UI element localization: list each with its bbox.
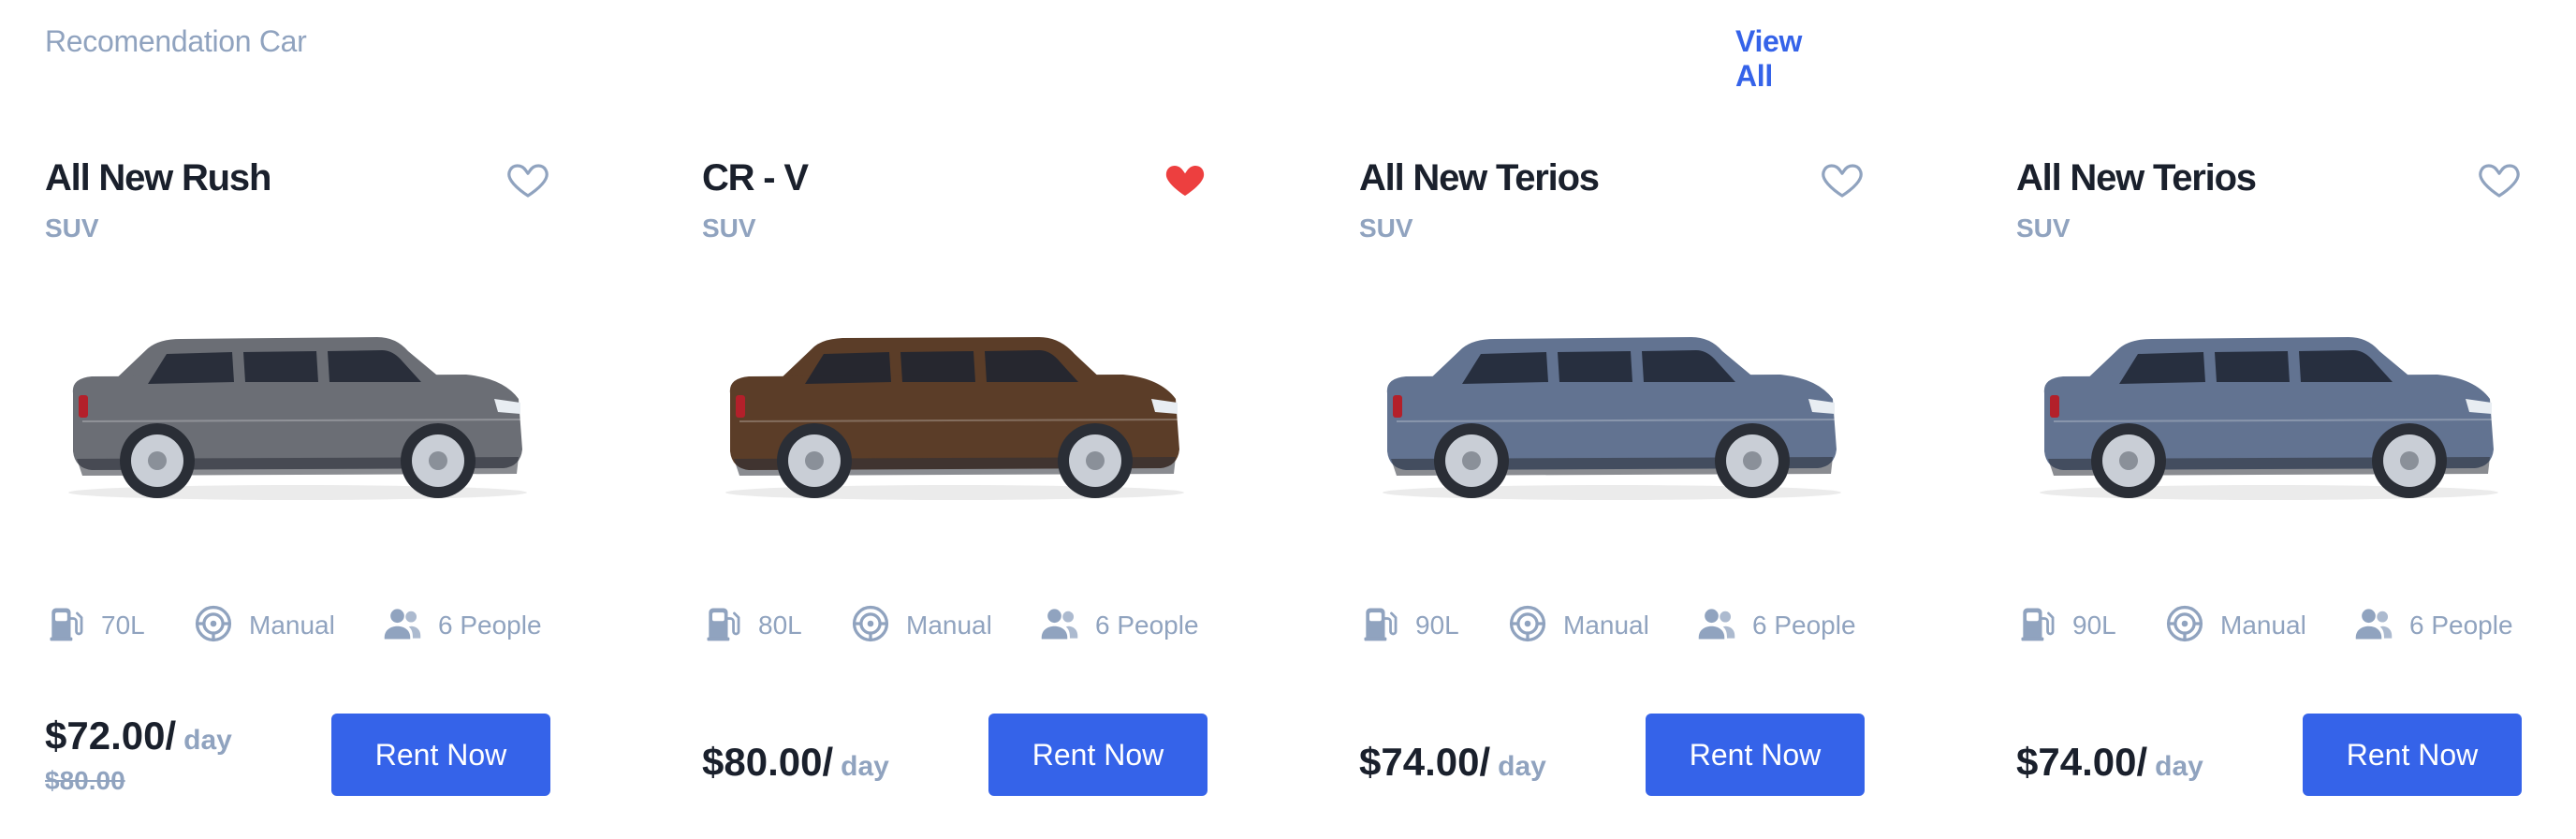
price-unit: day [2155,751,2203,782]
rental-price: $72.00/day [45,714,232,758]
people-icon [2353,603,2409,649]
gas-station-icon [1359,603,1415,649]
seat-capacity: 6 People [1095,611,1199,640]
heart-outline-icon[interactable] [2477,157,2522,202]
price-row: $74.00/day Rent Now [2016,710,2522,803]
heart-outline-icon[interactable] [505,157,550,202]
price-unit: day [183,725,232,756]
rent-now-button[interactable]: Rent Now [1646,714,1865,796]
capacity-spec: 6 People [382,599,542,652]
seat-capacity: 6 People [2409,611,2513,640]
steering-wheel-icon [850,603,906,649]
car-image [2026,309,2512,506]
gas-station-icon [702,603,758,649]
car-card[interactable]: All New Rush SUV 70L Manual 6 People $72… [45,140,550,815]
price-unit: day [841,751,889,782]
fuel-capacity: 90L [1415,611,1459,640]
gas-station-icon [45,603,101,649]
capacity-spec: 6 People [1696,599,1856,652]
car-image [1368,309,1855,506]
heart-filled-icon[interactable] [1163,157,1208,202]
steering-wheel-icon [193,603,249,649]
transmission-type: Manual [906,611,992,640]
price-amount: $80.00/ [702,740,834,784]
recommendation-section: Recomendation Car View All All New Rush … [0,0,2576,839]
car-type: SUV [702,213,756,243]
transmission-spec: Manual [193,599,335,652]
seat-capacity: 6 People [1752,611,1856,640]
fuel-capacity: 70L [101,611,145,640]
transmission-type: Manual [2220,611,2306,640]
people-icon [1039,603,1095,649]
car-type: SUV [45,213,99,243]
people-icon [382,603,438,649]
people-icon [1696,603,1752,649]
car-type: SUV [1359,213,1413,243]
transmission-spec: Manual [2164,599,2306,652]
section-title: Recomendation Car [45,24,307,58]
price-row: $80.00/day Rent Now [702,710,1208,803]
car-name: All New Terios [2016,157,2257,199]
fuel-spec: 90L [1359,599,1459,652]
fuel-capacity: 80L [758,611,802,640]
capacity-spec: 6 People [2353,599,2513,652]
steering-wheel-icon [1507,603,1563,649]
transmission-type: Manual [1563,611,1649,640]
view-all-link[interactable]: View All [1735,24,1842,94]
price-amount: $72.00/ [45,714,177,758]
rent-now-button[interactable]: Rent Now [988,714,1208,796]
rent-now-button[interactable]: Rent Now [2303,714,2522,796]
seat-capacity: 6 People [438,611,542,640]
rental-price: $74.00/day [1359,740,1546,785]
original-price: $80.00 [45,766,125,795]
car-name: All New Rush [45,157,271,199]
fuel-spec: 90L [2016,599,2116,652]
price-row: $74.00/day Rent Now [1359,710,1865,803]
heart-outline-icon[interactable] [1820,157,1865,202]
car-card[interactable]: CR - V SUV 80L Manual 6 People $80.00/ d… [702,140,1208,815]
car-type: SUV [2016,213,2071,243]
fuel-capacity: 90L [2072,611,2116,640]
car-specs: 70L Manual 6 People [45,599,550,652]
rent-now-button[interactable]: Rent Now [331,714,550,796]
price-unit: day [1498,751,1546,782]
transmission-spec: Manual [850,599,992,652]
car-card[interactable]: All New Terios SUV 90L Manual 6 People $… [2016,140,2522,815]
car-specs: 90L Manual 6 People [2016,599,2522,652]
capacity-spec: 6 People [1039,599,1199,652]
car-name: CR - V [702,157,809,199]
steering-wheel-icon [2164,603,2220,649]
fuel-spec: 80L [702,599,802,652]
fuel-spec: 70L [45,599,145,652]
gas-station-icon [2016,603,2072,649]
transmission-spec: Manual [1507,599,1649,652]
price-amount: $74.00/ [2016,740,2148,784]
transmission-type: Manual [249,611,335,640]
car-specs: 80L Manual 6 People [702,599,1208,652]
section-header: Recomendation Car View All [45,21,1842,93]
rental-price: $74.00/day [2016,740,2203,785]
rental-price: $80.00/day [702,740,889,785]
car-name: All New Terios [1359,157,1600,199]
price-row: $72.00/day $80.00 Rent Now [45,710,550,803]
car-card[interactable]: All New Terios SUV 90L Manual 6 People $… [1359,140,1865,815]
car-specs: 90L Manual 6 People [1359,599,1865,652]
car-image [711,309,1198,506]
car-image [54,309,541,506]
price-amount: $74.00/ [1359,740,1491,784]
